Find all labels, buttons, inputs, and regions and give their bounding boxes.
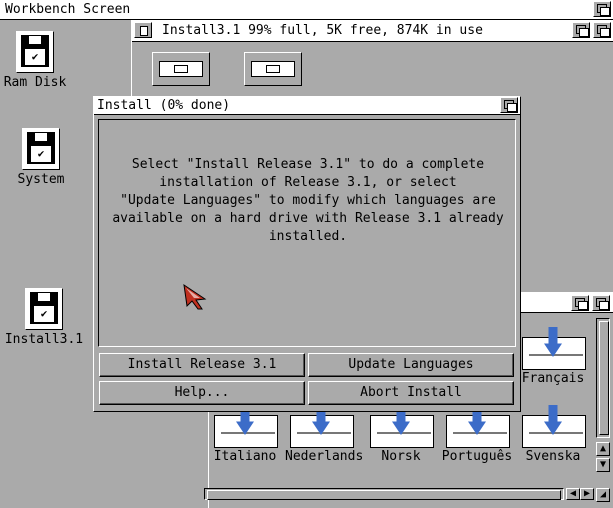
- message-line: Select "Install Release 3.1" to do a com…: [131, 157, 485, 172]
- language-catalog-icon: [520, 327, 586, 371]
- dialog-title-bar[interactable]: Install (0% done): [94, 97, 520, 115]
- vertical-scrollbar[interactable]: [596, 318, 610, 438]
- horizontal-scrollbar[interactable]: [204, 488, 564, 500]
- message-line: available on a hard drive with Release 3…: [112, 211, 504, 226]
- scroll-down-arrow-icon[interactable]: ▼: [596, 458, 610, 472]
- language-label: Norsk: [381, 449, 421, 464]
- desktop-icon-label: System: [17, 172, 65, 187]
- language-icon-norsk[interactable]: Norsk: [365, 405, 437, 465]
- dialog-message: Select "Install Release 3.1" to do a com…: [99, 156, 517, 246]
- floppy-disk-icon: ✔: [25, 288, 63, 330]
- drawer-title: Install3.1 99% full, 5K free, 874K in us…: [162, 23, 483, 38]
- message-line: installed.: [268, 229, 348, 244]
- dialog-title: Install (0% done): [97, 98, 231, 113]
- message-line: installation of Release 3.1, or select: [159, 175, 457, 190]
- zoom-gadget[interactable]: [572, 22, 590, 38]
- close-gadget[interactable]: [134, 22, 152, 38]
- install-release-button[interactable]: Install Release 3.1: [99, 353, 305, 377]
- scroll-up-arrow-icon[interactable]: ▲: [596, 442, 610, 456]
- desktop-icon-system[interactable]: ✔ System: [0, 128, 86, 188]
- depth-gadget[interactable]: [593, 22, 611, 38]
- tool-drive-icon: [159, 61, 203, 77]
- zoom-gadget[interactable]: [571, 295, 589, 311]
- depth-gadget[interactable]: [592, 295, 610, 311]
- mouse-pointer-icon: [183, 284, 207, 310]
- floppy-disk-icon: ✔: [16, 31, 54, 73]
- language-icon-portugues[interactable]: Português: [441, 405, 513, 465]
- screen-depth-gadget[interactable]: [593, 1, 611, 17]
- abort-install-button[interactable]: Abort Install: [308, 381, 514, 405]
- tool-icon-hdtoolbox[interactable]: [244, 52, 302, 86]
- language-icon-nederlands[interactable]: Nederlands: [285, 405, 364, 465]
- install-dialog: Install (0% done) Select "Install Releas…: [93, 96, 521, 412]
- dialog-depth-gadget[interactable]: [500, 97, 518, 113]
- vertical-scroll-knob[interactable]: [599, 321, 609, 435]
- language-icon-svenska[interactable]: Svenska: [517, 405, 589, 465]
- floppy-disk-icon: ✔: [22, 128, 60, 170]
- desktop-icon-ram-disk[interactable]: ✔ Ram Disk: [0, 31, 80, 91]
- scroll-left-arrow-icon[interactable]: ◀: [566, 488, 580, 500]
- drawer-title-bar[interactable]: Install3.1 99% full, 5K free, 874K in us…: [132, 20, 613, 42]
- dialog-message-panel: Select "Install Release 3.1" to do a com…: [98, 119, 516, 347]
- screen-title: Workbench Screen: [5, 2, 131, 17]
- desktop-icon-install31[interactable]: ✔ Install3.1: [0, 288, 89, 348]
- update-languages-button[interactable]: Update Languages: [308, 353, 514, 377]
- desktop-icon-label: Ram Disk: [3, 75, 67, 90]
- language-catalog-icon: [520, 405, 586, 449]
- scroll-right-arrow-icon[interactable]: ▶: [580, 488, 594, 500]
- message-line: "Update Languages" to modify which langu…: [120, 193, 496, 208]
- language-label: Italiano: [213, 449, 277, 464]
- language-label: Svenska: [525, 449, 581, 464]
- tool-drive-icon: [251, 61, 295, 77]
- tool-icon-install[interactable]: [152, 52, 210, 86]
- size-gadget-icon[interactable]: ◢: [596, 488, 610, 502]
- language-icon-italiano[interactable]: Italiano: [209, 405, 281, 465]
- desktop-icon-label: Install3.1: [4, 332, 84, 347]
- help-button[interactable]: Help...: [99, 381, 305, 405]
- screen-title-bar: Workbench Screen: [0, 0, 613, 20]
- language-label: Português: [441, 449, 513, 464]
- language-label: Nederlands: [285, 449, 364, 464]
- language-icon-francais[interactable]: Français: [517, 327, 589, 387]
- horizontal-scroll-knob[interactable]: [207, 490, 561, 500]
- language-label: Français: [521, 371, 585, 386]
